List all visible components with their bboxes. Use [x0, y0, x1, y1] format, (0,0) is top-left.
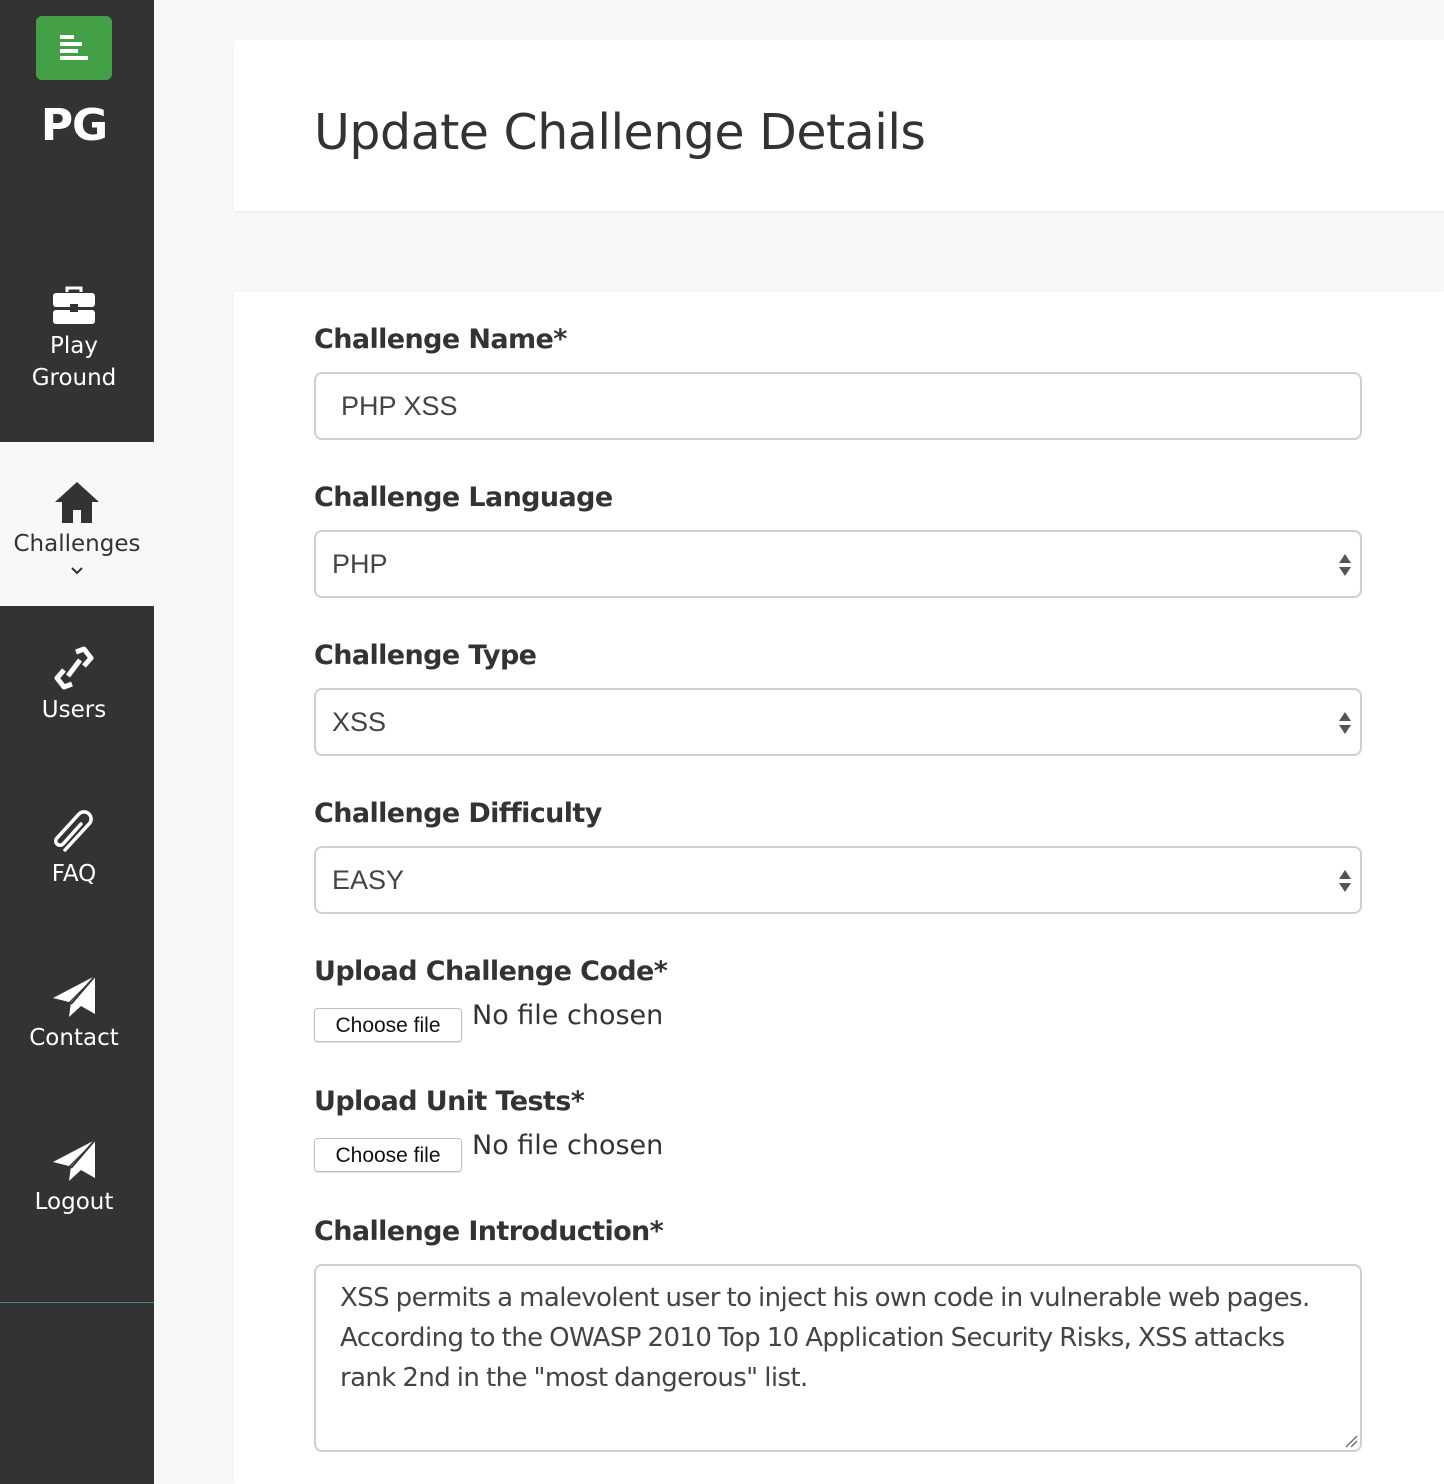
- challenge-introduction-textarea[interactable]: XSS permits a malevolent user to inject …: [314, 1264, 1362, 1452]
- challenge-type-label: Challenge Type: [314, 640, 537, 671]
- challenge-difficulty-select[interactable]: EASY: [314, 846, 1362, 914]
- link-icon: [54, 646, 94, 690]
- challenge-difficulty-label: Challenge Difficulty: [314, 798, 602, 829]
- update-challenge-form: Challenge Name* PHP XSS Challenge Langua…: [234, 292, 1444, 1484]
- brand-name: PG: [40, 100, 108, 151]
- sidebar: PG Play Ground Challenges Users FAQ Cont…: [0, 0, 154, 1484]
- sidebar-item-label: FAQ: [51, 861, 97, 887]
- sidebar-item-label: Logout: [34, 1189, 114, 1215]
- sidebar-item-logout[interactable]: Logout: [0, 1138, 148, 1218]
- logo[interactable]: [36, 16, 112, 80]
- sidebar-item-challenges[interactable]: Challenges: [0, 442, 154, 606]
- challenge-name-input[interactable]: PHP XSS: [314, 372, 1362, 440]
- select-arrows-icon: [1339, 554, 1351, 576]
- select-value: EASY: [332, 865, 405, 895]
- sidebar-item-label: Play: [50, 333, 98, 359]
- paper-plane-icon: [53, 975, 96, 1017]
- sidebar-item-playground[interactable]: Play Ground: [0, 286, 148, 394]
- challenge-language-label: Challenge Language: [314, 482, 613, 513]
- paper-plane-icon: [53, 1139, 96, 1181]
- select-value: XSS: [332, 707, 387, 737]
- sidebar-item-label: Contact: [29, 1025, 119, 1051]
- sidebar-item-users[interactable]: Users: [0, 646, 148, 726]
- page-header: Update Challenge Details: [234, 40, 1444, 211]
- sidebar-item-label: Users: [41, 697, 107, 723]
- select-arrows-icon: [1339, 712, 1351, 734]
- briefcase-icon: [53, 286, 95, 324]
- sidebar-item-faq[interactable]: FAQ: [0, 810, 148, 890]
- sidebar-divider: [0, 1302, 154, 1303]
- file-status: No file chosen: [472, 1130, 664, 1161]
- file-status: No file chosen: [472, 1000, 664, 1031]
- challenge-introduction-label: Challenge Introduction*: [314, 1216, 664, 1247]
- textarea-value: XSS permits a malevolent user to inject …: [340, 1283, 1310, 1393]
- challenge-name-label: Challenge Name*: [314, 324, 567, 355]
- choose-code-file-button[interactable]: Choose file: [314, 1008, 462, 1042]
- upload-code-label: Upload Challenge Code*: [314, 956, 668, 987]
- home-icon: [55, 482, 99, 523]
- challenge-language-select[interactable]: PHP: [314, 530, 1362, 598]
- upload-tests-label: Upload Unit Tests*: [314, 1086, 585, 1117]
- select-arrows-icon: [1339, 870, 1351, 892]
- sidebar-item-label: Challenges: [13, 531, 141, 557]
- chevron-down-icon[interactable]: [0, 562, 154, 580]
- paperclip-icon: [54, 810, 93, 852]
- choose-tests-file-button[interactable]: Choose file: [314, 1138, 462, 1172]
- sidebar-item-label: Ground: [31, 365, 117, 391]
- resize-handle-icon[interactable]: [1344, 1434, 1358, 1448]
- align-left-icon: [60, 35, 88, 60]
- sidebar-item-contact[interactable]: Contact: [0, 974, 148, 1054]
- select-value: PHP: [332, 549, 388, 579]
- page-title: Update Challenge Details: [314, 104, 926, 161]
- challenge-type-select[interactable]: XSS: [314, 688, 1362, 756]
